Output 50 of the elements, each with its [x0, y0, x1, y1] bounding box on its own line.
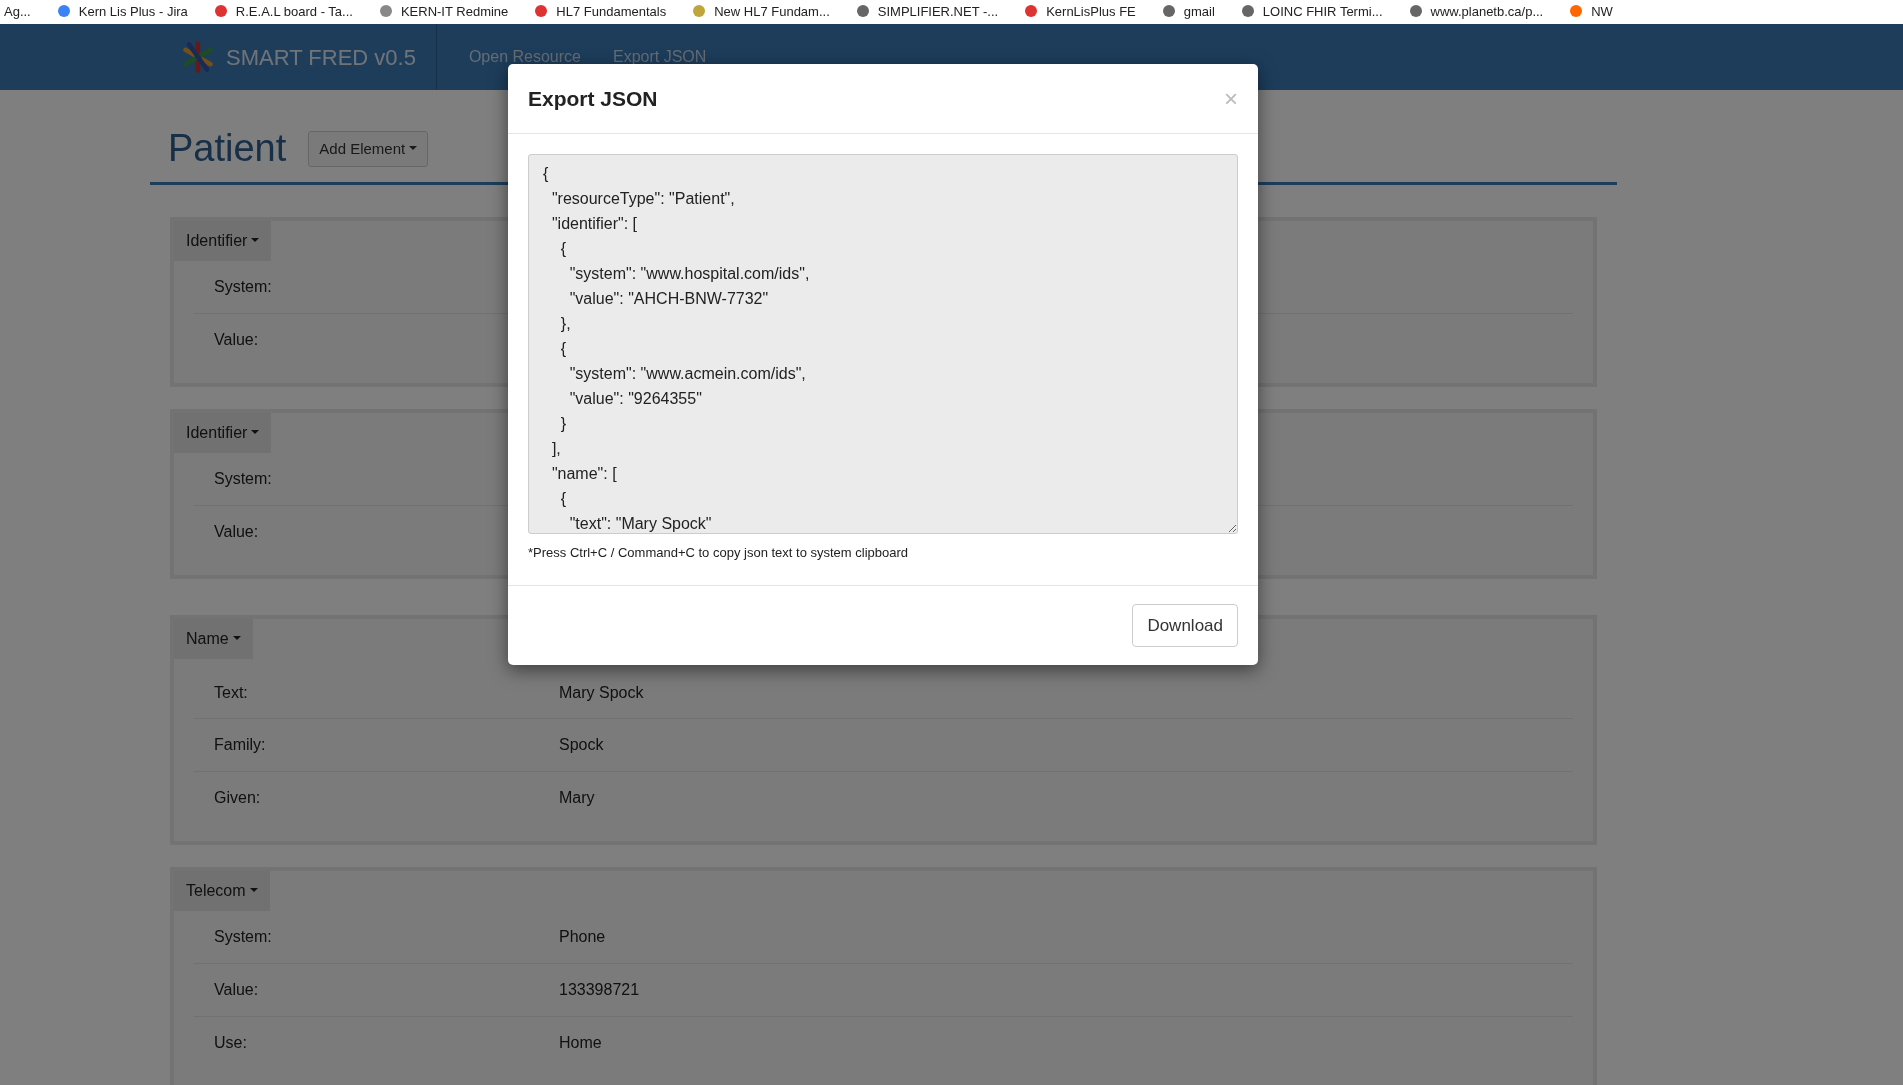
field-label: System: — [214, 927, 272, 945]
download-button[interactable]: Download — [1132, 603, 1238, 647]
field-value: Phone — [559, 926, 606, 947]
field-value: Spock — [559, 734, 604, 755]
bookmark-icon — [1569, 4, 1584, 19]
bookmark-icon — [534, 4, 549, 19]
field-value: 133398721 — [559, 979, 640, 1000]
field-value: Mary — [559, 788, 595, 809]
section-dropdown[interactable]: Name — [174, 618, 253, 659]
section-dropdown[interactable]: Identifier — [174, 220, 272, 261]
field-label: Text: — [214, 684, 248, 702]
bookmark-link[interactable]: R.E.A.L board - Ta... — [235, 1, 353, 21]
field-label: Given: — [214, 789, 261, 807]
add-element-button[interactable]: Add Element — [308, 130, 428, 168]
bookmark-link[interactable]: New HL7 Fundam... — [714, 1, 830, 21]
bookmark-link[interactable]: NW — [1591, 1, 1613, 21]
bookmark-link[interactable]: KernLisPlus FE — [1046, 1, 1136, 21]
bookmark-icon — [378, 4, 393, 19]
field-label: Use: — [214, 1034, 247, 1052]
bookmark-icon — [213, 4, 228, 19]
field-label: Value: — [214, 331, 259, 349]
section-dropdown[interactable]: Telecom — [174, 870, 270, 911]
bookmark-icon — [1408, 4, 1423, 19]
field-value: Home — [559, 1033, 602, 1054]
logo-icon — [180, 39, 216, 75]
modal-title: Export JSON — [528, 85, 658, 112]
bookmark-icon — [1240, 4, 1255, 19]
clipboard-hint: *Press Ctrl+C / Command+C to copy json text to system clipboard — [528, 544, 910, 562]
field-label: Family: — [214, 735, 266, 753]
bookmark-link[interactable]: LOINC FHIR Termi... — [1262, 1, 1383, 21]
bookmark-link[interactable]: www.planetb.ca/p... — [1430, 1, 1544, 21]
bookmark-icon — [855, 4, 870, 19]
bookmark-link[interactable]: gmail — [1183, 1, 1215, 21]
page-title: Patient — [168, 126, 287, 171]
field-label: System: — [214, 277, 272, 295]
json-text-area[interactable]: { "resourceType": "Patient", "identifier": [ { "system": "www.hospital.com/ids", "value": "AHCH-BNW-7732" }, { "system": "www.acmein.com/ids", "value": "9264355" } ], "name": [ { "text": "Mary Spock" — [528, 154, 1238, 534]
bookmark-icon — [56, 4, 71, 19]
bookmark-link[interactable]: HL7 Fundamentals — [556, 1, 667, 21]
field-value: Mary Spock — [559, 683, 644, 704]
section-dropdown[interactable]: Identifier — [174, 412, 272, 453]
bookmark-link[interactable]: Ag... — [4, 1, 31, 21]
field-label: Value: — [214, 980, 259, 998]
bookmark-link[interactable]: Kern Lis Plus - Jira — [78, 1, 188, 21]
bookmark-icon — [1024, 4, 1039, 19]
bookmark-link[interactable]: SIMPLIFIER.NET -... — [877, 1, 999, 21]
field-label: Value: — [214, 523, 259, 541]
bookmark-link[interactable]: KERN-IT Redmine — [400, 1, 509, 21]
field-label: System: — [214, 469, 272, 487]
bookmark-icon — [692, 4, 707, 19]
bookmark-icon — [1161, 4, 1176, 19]
